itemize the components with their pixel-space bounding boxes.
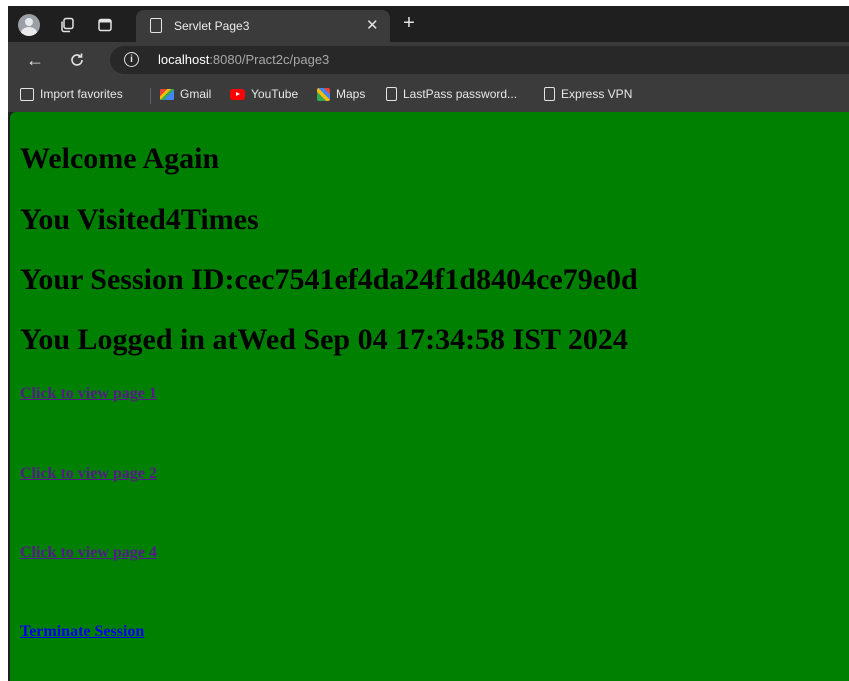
page-icon [544,87,555,101]
gmail-icon [160,88,174,100]
bookmark-label: YouTube [251,87,299,101]
bookmark-label: Maps [336,87,366,101]
bookmark-express-vpn[interactable]: Express VPN [544,87,632,101]
bookmark-label: LastPass password... [403,87,518,101]
address-bar[interactable]: i localhost:8080/Pract2c/page3 [110,46,849,74]
bookmark-label: Gmail [180,87,212,101]
site-info-icon[interactable]: i [124,52,139,67]
tab-title: Servlet Page3 [174,19,250,33]
bookmarks-bar: Import favorites Gmail YouTube Maps Last… [8,78,849,112]
visit-count-heading: You Visited4Times [20,203,259,236]
terminate-session-link[interactable]: Terminate Session [20,623,144,641]
page-content: Welcome Again You Visited4Times Your Ses… [10,112,849,681]
reload-icon [71,53,83,66]
browser-window: Servlet Page3 ✕ + ← i localhost:8080/Pra… [8,6,849,681]
page4-link[interactable]: Click to view page 4 [20,544,157,562]
back-arrow-icon: ← [26,49,44,70]
bookmark-maps[interactable]: Maps [317,87,365,101]
close-tab-icon[interactable]: ✕ [366,16,379,34]
bookmark-youtube[interactable]: YouTube [230,87,298,101]
reload-button[interactable] [64,47,90,73]
tab-actions-icon[interactable] [92,12,118,38]
tab-servlet-page3[interactable]: Servlet Page3 ✕ [136,10,390,42]
workspaces-icon[interactable] [54,12,80,38]
bookmark-label: Express VPN [561,87,633,101]
page-icon [386,87,397,101]
new-tab-button[interactable]: + [398,12,420,34]
maps-icon [317,87,330,101]
youtube-icon [230,88,245,100]
bookmark-gmail[interactable]: Gmail [160,87,211,101]
bookmarks-divider [150,88,151,104]
url-text[interactable]: localhost:8080/Pract2c/page3 [158,52,329,67]
bookmark-lastpass[interactable]: LastPass password... [386,87,517,101]
tab-strip: Servlet Page3 ✕ + [8,6,849,42]
session-id-heading: Your Session ID:cec7541ef4da24f1d8404ce7… [20,263,638,296]
url-host: localhost [158,52,210,67]
profile-avatar-icon[interactable] [16,12,42,38]
bookmark-import-favorites[interactable]: Import favorites [20,87,123,101]
import-icon [20,87,34,101]
url-path: :8080/Pract2c/page3 [209,52,330,67]
toolbar: ← i localhost:8080/Pract2c/page3 [8,42,849,78]
back-button[interactable]: ← [22,47,48,73]
page-icon [150,18,162,33]
bookmark-label: Import favorites [40,87,123,101]
page1-link[interactable]: Click to view page 1 [20,385,157,403]
page2-link[interactable]: Click to view page 2 [20,465,157,483]
login-time-heading: You Logged in atWed Sep 04 17:34:58 IST … [20,323,628,356]
welcome-heading: Welcome Again [20,142,220,175]
